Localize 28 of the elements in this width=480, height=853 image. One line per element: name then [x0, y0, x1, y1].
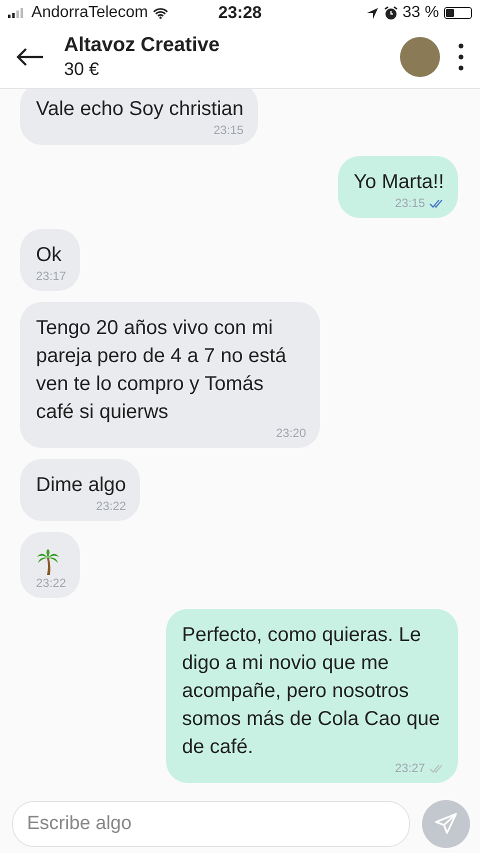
message-text: Vale echo Soy christian [36, 97, 244, 122]
message-time: 23:15 [394, 196, 425, 210]
alarm-clock-icon [384, 6, 398, 20]
back-arrow-icon [16, 47, 44, 67]
palm-tree-icon [36, 548, 60, 576]
more-options-icon [458, 43, 464, 71]
location-arrow-icon [366, 6, 379, 20]
message-time: 23:15 [214, 123, 244, 137]
message-text: Yo Marta!! [354, 170, 444, 195]
wifi-icon [152, 6, 168, 20]
battery-icon [444, 7, 472, 19]
battery-percent: 33 % [402, 4, 439, 22]
price-label: 30 € [64, 59, 100, 80]
message-input[interactable]: Escribe algo [12, 801, 410, 847]
send-icon [435, 813, 457, 835]
message-time: 23:27 [394, 761, 425, 775]
message-time: 23:20 [276, 426, 306, 440]
message-time: 23:22 [96, 499, 126, 513]
message-text: Perfecto, como quieras. Le digo a mi novio que me acompañe, pero nosotros somos más de Cola Cao que de café. [182, 623, 441, 760]
chat-title: Altavoz Creative [64, 34, 221, 57]
message-time: 23:17 [36, 269, 66, 283]
avatar-photo-placeholder[interactable] [400, 37, 440, 77]
message-text: Tengo 20 años vivo con mi pareja pero de 4 a 7 no está ven te lo compro y Tomás café si quierws [36, 316, 288, 425]
carrier-name: AndorraTelecom [31, 4, 148, 22]
message-text: Ok [36, 243, 63, 268]
message-text: Dime algo [36, 473, 126, 498]
message-time: 23:22 [36, 576, 66, 590]
status-time: 23:28 [218, 3, 262, 23]
